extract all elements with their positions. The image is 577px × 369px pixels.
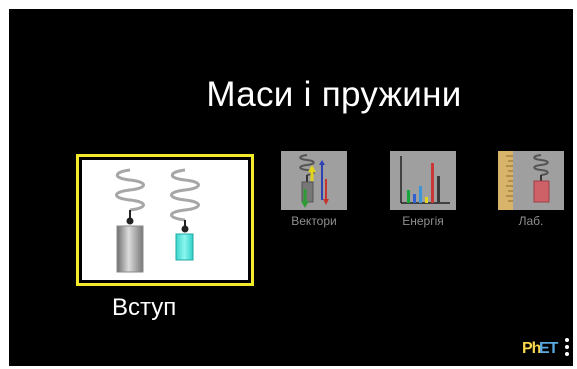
vectors-thumbnail-icon <box>299 154 329 208</box>
lab-thumbnail <box>498 151 564 210</box>
screen-label-energy: Енергія <box>402 214 444 228</box>
phet-logo-ph: Ph <box>522 340 541 357</box>
lab-thumbnail-icon <box>498 151 550 210</box>
intro-springs-icon <box>115 168 200 273</box>
simulation-title: Маси і пружини <box>206 75 462 114</box>
home-screen: Маси і пружини Вступ Вектори Енергія Лаб… <box>9 9 573 366</box>
phet-logo[interactable]: Ph ET <box>522 340 560 359</box>
vertical-dots-icon[interactable] <box>565 338 569 356</box>
application-window: Маси і пружини Вступ Вектори Енергія Лаб… <box>0 0 577 369</box>
intro-thumbnail <box>82 160 248 280</box>
energy-thumbnail <box>390 151 456 210</box>
screen-button-intro[interactable] <box>76 154 254 286</box>
vectors-thumbnail <box>281 151 347 210</box>
screen-label-vectors: Вектори <box>291 214 337 228</box>
screen-label-lab: Лаб. <box>518 214 544 228</box>
phet-logo-et: ET <box>539 340 558 357</box>
screen-label-intro: Вступ <box>112 294 177 321</box>
energy-thumbnail-icon <box>400 156 450 204</box>
